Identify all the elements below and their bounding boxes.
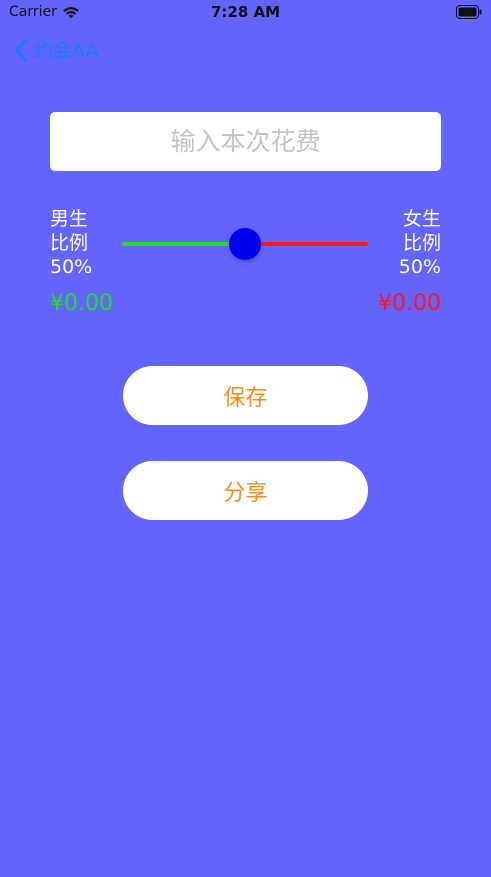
amount-input[interactable] (50, 112, 441, 171)
back-button[interactable]: 约会AA (14, 36, 99, 63)
female-title: 女生 (402, 208, 441, 230)
slider-thumb[interactable] (229, 228, 261, 260)
status-bar: Carrier 7:28 AM (0, 0, 491, 26)
ratio-slider[interactable] (122, 228, 368, 260)
male-amount: ¥0.00 (50, 291, 113, 316)
male-title: 男生 (50, 208, 89, 230)
slider-track-male (122, 242, 245, 246)
male-ratio-block: 男生 比例 50% (50, 207, 92, 279)
share-button[interactable]: 分享 (123, 461, 368, 520)
female-percent: 50% (398, 256, 441, 278)
battery-icon (456, 5, 482, 19)
female-ratio-block: 女生 比例 50% (399, 207, 441, 279)
back-label: 约会AA (34, 40, 99, 62)
status-time: 7:28 AM (210, 3, 281, 21)
male-percent: 50% (50, 256, 93, 278)
slider-track-female (245, 242, 368, 246)
save-button[interactable]: 保存 (123, 366, 368, 425)
female-ratio-label: 比例 (402, 232, 441, 254)
chevron-left-icon (15, 38, 27, 61)
female-amount: ¥0.00 (378, 291, 441, 316)
male-ratio-label: 比例 (50, 232, 89, 254)
